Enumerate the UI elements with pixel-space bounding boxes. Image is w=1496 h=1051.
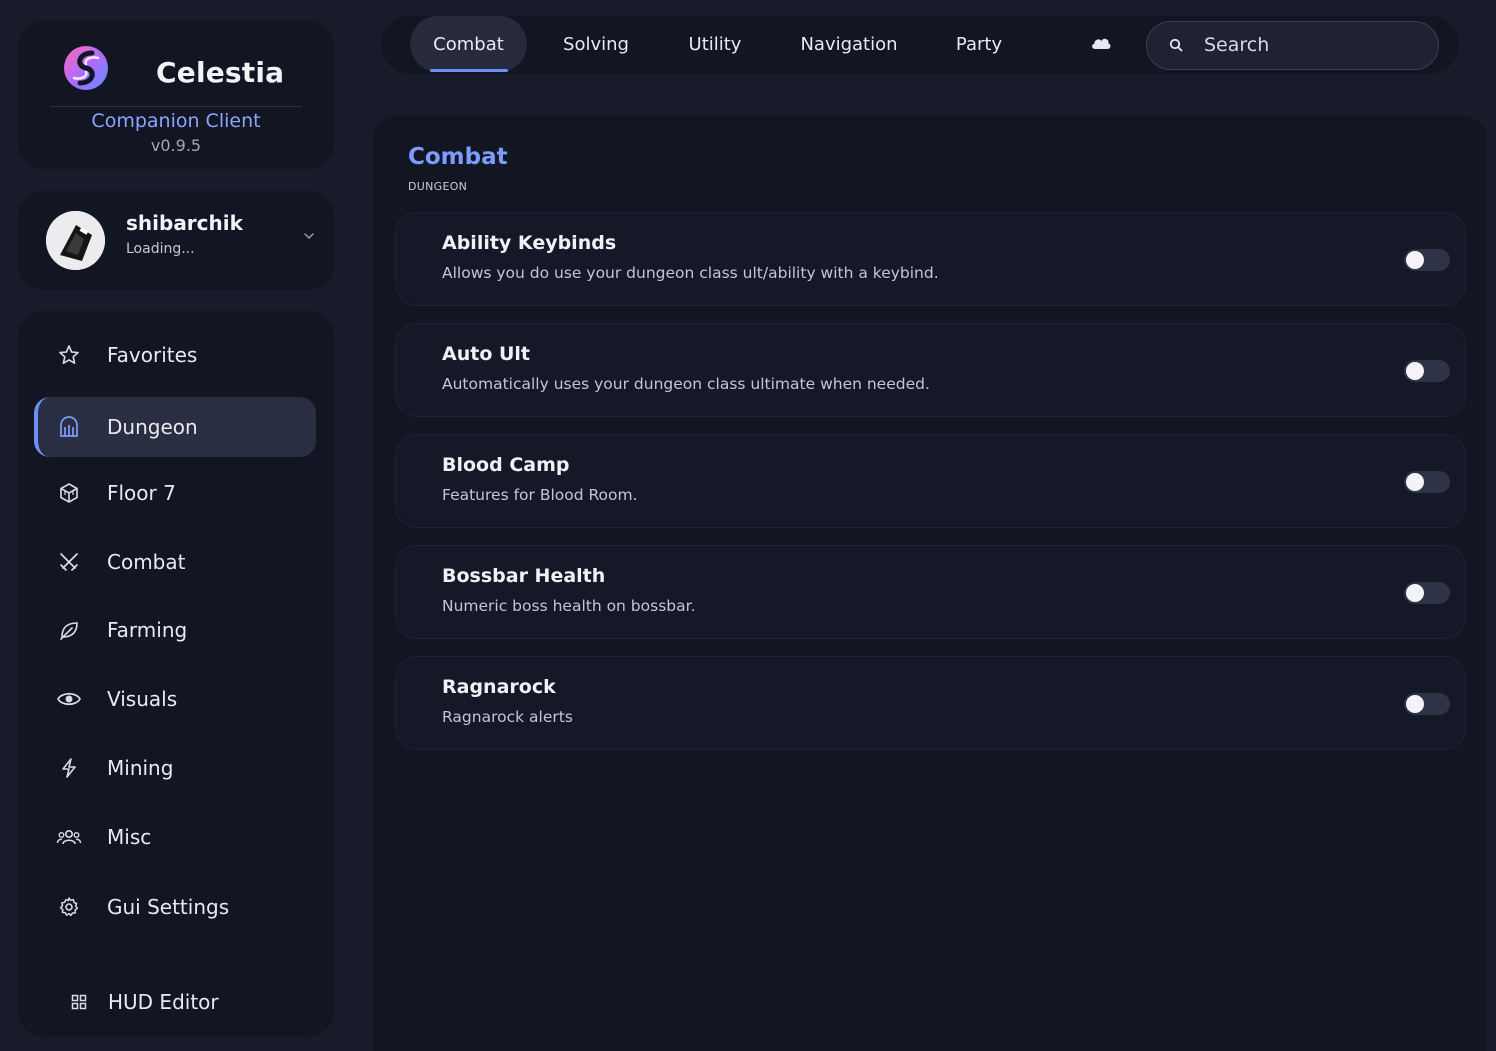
brand-name: Celestia bbox=[156, 56, 285, 89]
active-tab-indicator bbox=[430, 69, 508, 72]
section-title: Combat bbox=[408, 144, 508, 170]
sidebar-item-floor-7[interactable]: Floor 7 bbox=[34, 463, 316, 523]
sidebar-item-favorites[interactable]: Favorites bbox=[34, 325, 316, 385]
search-icon bbox=[1169, 38, 1183, 52]
user-status: Loading... bbox=[126, 241, 195, 257]
sidebar-item-visuals[interactable]: Visuals bbox=[34, 669, 316, 729]
feature-card: Auto Ult Automatically uses your dungeon… bbox=[395, 323, 1466, 417]
app-root: Celestia Companion Client v0.9.5 shibarc… bbox=[0, 0, 1496, 1051]
sidebar-item-label: Gui Settings bbox=[107, 895, 230, 919]
tab-combat[interactable]: Combat bbox=[410, 16, 527, 72]
sidebar-item-misc[interactable]: Misc bbox=[34, 807, 316, 867]
chevron-down-icon[interactable] bbox=[302, 229, 316, 243]
feature-toggle[interactable] bbox=[1404, 582, 1450, 604]
hud-editor-button[interactable]: HUD Editor bbox=[34, 972, 316, 1032]
archway-icon bbox=[56, 414, 82, 440]
sidebar-item-label: Dungeon bbox=[107, 415, 198, 439]
feature-toggle[interactable] bbox=[1404, 249, 1450, 271]
star-icon bbox=[56, 342, 82, 368]
brand-version: v0.9.5 bbox=[150, 136, 202, 155]
feature-name: Ability Keybinds bbox=[442, 232, 617, 254]
feature-description: Features for Blood Room. bbox=[442, 486, 638, 504]
feature-description: Ragnarock alerts bbox=[442, 708, 573, 726]
avatar-image bbox=[46, 211, 105, 270]
grid-icon bbox=[66, 989, 92, 1015]
tab-solving[interactable]: Solving bbox=[548, 16, 644, 72]
feature-name: Auto Ult bbox=[442, 343, 531, 365]
eye-icon bbox=[56, 686, 82, 712]
tab-navigation[interactable]: Navigation bbox=[790, 16, 908, 72]
sidebar-item-label: Floor 7 bbox=[107, 481, 176, 505]
crossed-swords-icon bbox=[56, 549, 82, 575]
avatar[interactable] bbox=[46, 211, 105, 270]
sidebar-item-label: Mining bbox=[107, 756, 174, 780]
brand-subtitle: Companion Client bbox=[91, 110, 261, 132]
feature-toggle[interactable] bbox=[1404, 471, 1450, 493]
sidebar-item-dungeon[interactable]: Dungeon bbox=[34, 397, 316, 457]
feature-card: Bossbar Health Numeric boss health on bo… bbox=[395, 545, 1466, 639]
sidebar-item-label: Combat bbox=[107, 550, 186, 574]
user-name: shibarchik bbox=[126, 211, 243, 235]
toggle-knob bbox=[1406, 695, 1424, 713]
feature-description: Automatically uses your dungeon class ul… bbox=[442, 375, 930, 393]
feature-toggle[interactable] bbox=[1404, 360, 1450, 382]
gear-icon bbox=[56, 894, 82, 920]
sidebar-item-gui-settings[interactable]: Gui Settings bbox=[34, 877, 316, 937]
sidebar-item-label: Farming bbox=[107, 618, 188, 642]
sidebar-item-label: Visuals bbox=[107, 687, 178, 711]
sidebar-item-combat[interactable]: Combat bbox=[34, 532, 316, 592]
toggle-knob bbox=[1406, 362, 1424, 380]
tab-utility[interactable]: Utility bbox=[672, 16, 758, 72]
feature-toggle[interactable] bbox=[1404, 693, 1450, 715]
users-icon bbox=[56, 824, 82, 850]
celestia-logo-icon bbox=[64, 46, 108, 90]
section-subtitle: DUNGEON bbox=[408, 180, 468, 193]
feature-name: Bossbar Health bbox=[442, 565, 606, 587]
feature-card: Ability Keybinds Allows you do use your … bbox=[395, 212, 1466, 306]
sidebar-item-label: Misc bbox=[107, 825, 152, 849]
cube-icon bbox=[56, 480, 82, 506]
feature-name: Ragnarock bbox=[442, 676, 556, 698]
feature-description: Numeric boss health on bossbar. bbox=[442, 597, 696, 615]
brand-divider bbox=[50, 106, 302, 107]
feature-card: Blood Camp Features for Blood Room. bbox=[395, 434, 1466, 528]
lightning-icon bbox=[56, 755, 82, 781]
feature-name: Blood Camp bbox=[442, 454, 570, 476]
search-input[interactable] bbox=[1204, 31, 1424, 59]
feature-card: Ragnarock Ragnarock alerts bbox=[395, 656, 1466, 750]
tab-party[interactable]: Party bbox=[940, 16, 1018, 72]
sidebar-item-label: Favorites bbox=[107, 343, 198, 367]
leaf-icon bbox=[56, 617, 82, 643]
sidebar-item-farming[interactable]: Farming bbox=[34, 600, 316, 660]
hud-editor-label: HUD Editor bbox=[108, 990, 219, 1014]
cloud-icon[interactable] bbox=[1090, 34, 1112, 50]
toggle-knob bbox=[1406, 251, 1424, 269]
toggle-knob bbox=[1406, 584, 1424, 602]
feature-description: Allows you do use your dungeon class ult… bbox=[442, 264, 939, 282]
toggle-knob bbox=[1406, 473, 1424, 491]
sidebar-item-mining[interactable]: Mining bbox=[34, 738, 316, 798]
